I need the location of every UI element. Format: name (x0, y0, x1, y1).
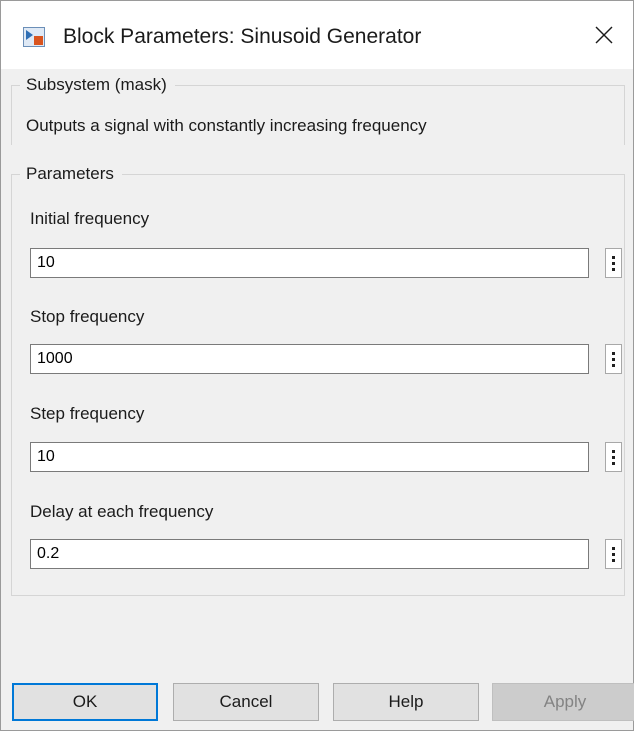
mask-group: Subsystem (mask) (11, 75, 625, 145)
stop-frequency-options-button[interactable] (605, 344, 622, 374)
step-frequency-label: Step frequency (30, 404, 145, 423)
vertical-ellipsis-icon (612, 449, 615, 453)
vertical-ellipsis-icon (612, 546, 615, 550)
initial-frequency-input[interactable] (30, 248, 589, 278)
delay-at-each-frequency-options-button[interactable] (605, 539, 622, 569)
close-button[interactable] (581, 15, 627, 59)
help-button[interactable]: Help (333, 683, 479, 721)
block-parameters-dialog: Block Parameters: Sinusoid Generator Sub… (0, 0, 634, 731)
title-bar[interactable]: Block Parameters: Sinusoid Generator (1, 1, 633, 69)
mask-legend: Subsystem (mask) (20, 75, 175, 95)
initial-frequency-label: Initial frequency (30, 209, 150, 228)
ok-button[interactable]: OK (12, 683, 158, 721)
apply-button[interactable]: Apply (492, 683, 634, 721)
stop-frequency-label: Stop frequency (30, 307, 145, 326)
vertical-ellipsis-icon (612, 351, 615, 355)
mask-description: Outputs a signal with constantly increas… (26, 116, 427, 135)
cancel-button[interactable]: Cancel (173, 683, 319, 721)
initial-frequency-options-button[interactable] (605, 248, 622, 278)
vertical-ellipsis-icon (612, 255, 615, 259)
delay-at-each-frequency-label: Delay at each frequency (30, 502, 214, 521)
simulink-block-icon (23, 27, 45, 47)
delay-at-each-frequency-input[interactable] (30, 539, 589, 569)
close-icon (594, 25, 614, 50)
step-frequency-options-button[interactable] (605, 442, 622, 472)
window-title: Block Parameters: Sinusoid Generator (63, 25, 422, 48)
step-frequency-input[interactable] (30, 442, 589, 472)
stop-frequency-input[interactable] (30, 344, 589, 374)
parameters-group: Parameters (11, 164, 625, 596)
parameters-legend: Parameters (20, 164, 122, 184)
